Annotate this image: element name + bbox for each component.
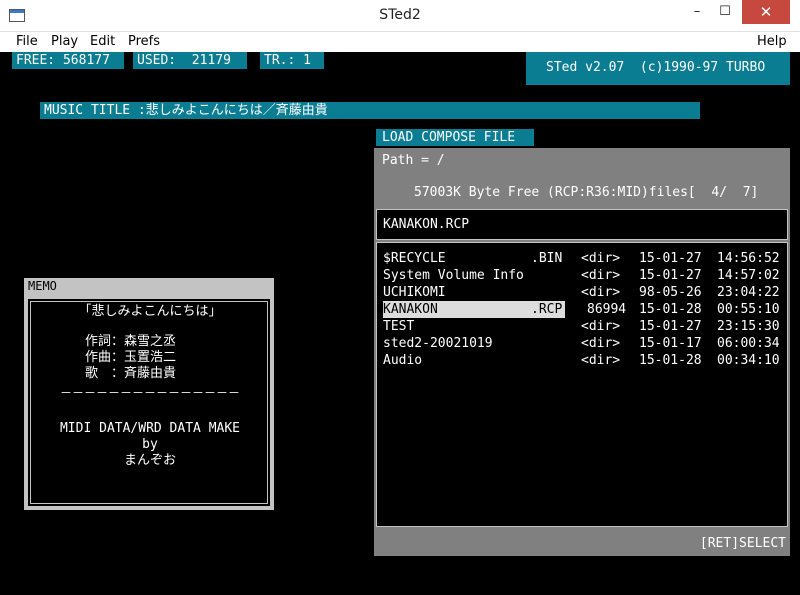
used-memory-status: USED: 21179 xyxy=(133,52,247,69)
load-dialog-header: LOAD COMPOSE FILE xyxy=(376,129,534,146)
file-name: TEST xyxy=(383,319,415,334)
filename-field[interactable]: KANAKON.RCP xyxy=(376,209,788,240)
file-time: 23:15:30 xyxy=(717,319,780,334)
file-row-recycle[interactable]: $RECYCLE .BIN <dir> 15-01-27 14:56:52 xyxy=(381,250,785,267)
file-date: 15-01-28 xyxy=(639,302,702,317)
menu-help[interactable]: Help xyxy=(757,34,787,49)
file-size: <dir> xyxy=(581,285,621,300)
app-window-icon[interactable] xyxy=(9,9,25,22)
file-name: UCHIKOMI xyxy=(383,285,446,300)
file-name: Audio xyxy=(383,353,423,368)
file-row-uchikomi[interactable]: UCHIKOMI <dir> 98-05-26 23:04:22 xyxy=(381,284,785,301)
memo-header: MEMO xyxy=(24,278,274,295)
file-time: 00:34:10 xyxy=(717,353,780,368)
file-time: 06:00:34 xyxy=(717,336,780,351)
file-size: <dir> xyxy=(581,268,621,283)
file-row-audio[interactable]: Audio <dir> 15-01-28 00:34:10 xyxy=(381,352,785,369)
file-name: System Volume Info xyxy=(383,268,524,283)
file-row-system-volume-info[interactable]: System Volume Info <dir> 15-01-27 14:57:… xyxy=(381,267,785,284)
memo-line-data-make: MIDI DATA/WRD DATA MAKE xyxy=(59,421,240,436)
file-row-sted2[interactable]: sted2-20021019 <dir> 15-01-17 06:00:34 xyxy=(381,335,785,352)
file-date: 15-01-17 xyxy=(639,336,702,351)
window-title: STed2 xyxy=(379,7,421,23)
file-date: 15-01-28 xyxy=(639,353,702,368)
file-time: 00:55:10 xyxy=(717,302,780,317)
load-compose-dialog: Path = / 57003K Byte Free (RCP:R36:MID)f… xyxy=(374,148,790,556)
menu-edit[interactable]: Edit xyxy=(90,34,115,49)
menu-prefs[interactable]: Prefs xyxy=(128,34,160,49)
file-name: $RECYCLE xyxy=(383,251,446,266)
maximize-button[interactable]: ☐ xyxy=(711,0,739,24)
title-bar[interactable]: STed2 – ☐ ✕ xyxy=(0,0,800,32)
file-date: 15-01-27 xyxy=(639,319,702,334)
file-size: <dir> xyxy=(581,251,621,266)
file-list[interactable]: $RECYCLE .BIN <dir> 15-01-27 14:56:52 Sy… xyxy=(376,242,788,527)
file-size: <dir> xyxy=(581,336,621,351)
file-date: 15-01-27 xyxy=(639,268,702,283)
file-date: 15-01-27 xyxy=(639,251,702,266)
version-banner: STed v2.07 (c)1990-97 TURBO xyxy=(526,52,790,85)
sted-screen: FREE: 568177 USED: 21179 TR.: 1 STed v2.… xyxy=(10,52,790,592)
free-memory-status: FREE: 568177 xyxy=(12,52,124,69)
return-select-hint[interactable]: [RET]SELECT xyxy=(700,535,786,552)
file-time: 14:56:52 xyxy=(717,251,780,266)
track-status: TR.: 1 xyxy=(260,52,324,69)
file-ext: .BIN xyxy=(531,251,563,266)
file-row-kanakon-selected[interactable]: KANAKON .RCP 86994 15-01-28 00:55:10 xyxy=(381,301,785,318)
memo-divider: －－－－－－－－－－－－－－－ xyxy=(59,386,240,400)
file-ext-highlighted: .RCP xyxy=(531,301,563,318)
file-date: 98-05-26 xyxy=(639,285,702,300)
file-name: sted2-20021019 xyxy=(383,336,493,351)
filename-value: KANAKON.RCP xyxy=(383,217,470,232)
file-size: <dir> xyxy=(581,353,621,368)
file-row-test[interactable]: TEST <dir> 15-01-27 23:15:30 xyxy=(381,318,785,335)
path-label: Path = / xyxy=(382,153,445,168)
file-size: 86994 xyxy=(587,302,627,317)
menu-bar: File Play Edit Prefs Help xyxy=(0,32,800,52)
menu-play[interactable]: Play xyxy=(51,34,78,49)
free-space-info: 57003K Byte Free (RCP:R36:MID)files[ 4/ … xyxy=(414,185,759,200)
file-time: 14:57:02 xyxy=(717,268,780,283)
memo-line-song: 「悲しみよこんにちは」 xyxy=(78,304,222,319)
memo-line-singer: 歌 ：斉藤由貴 xyxy=(85,366,177,381)
memo-content: 「悲しみよこんにちは」 作詞：森雪之丞 作曲：玉置浩二 歌 ：斉藤由貴 －－－－… xyxy=(30,301,268,504)
memo-line-by: by xyxy=(142,437,158,452)
close-button[interactable]: ✕ xyxy=(742,0,790,24)
memo-line-lyrics: 作詞：森雪之丞 xyxy=(85,334,177,349)
file-time: 23:04:22 xyxy=(717,285,780,300)
memo-line-composer: 作曲：玉置浩二 xyxy=(85,350,177,365)
menu-file[interactable]: File xyxy=(16,34,38,49)
music-title-bar: MUSIC TITLE :悲しみよこんにちは／斉藤由貴 xyxy=(40,102,700,119)
file-size: <dir> xyxy=(581,319,621,334)
memo-panel: 「悲しみよこんにちは」 作詞：森雪之丞 作曲：玉置浩二 歌 ：斉藤由貴 －－－－… xyxy=(24,295,274,510)
minimize-button[interactable]: – xyxy=(683,0,711,24)
memo-line-author: まんぞお xyxy=(123,453,176,468)
